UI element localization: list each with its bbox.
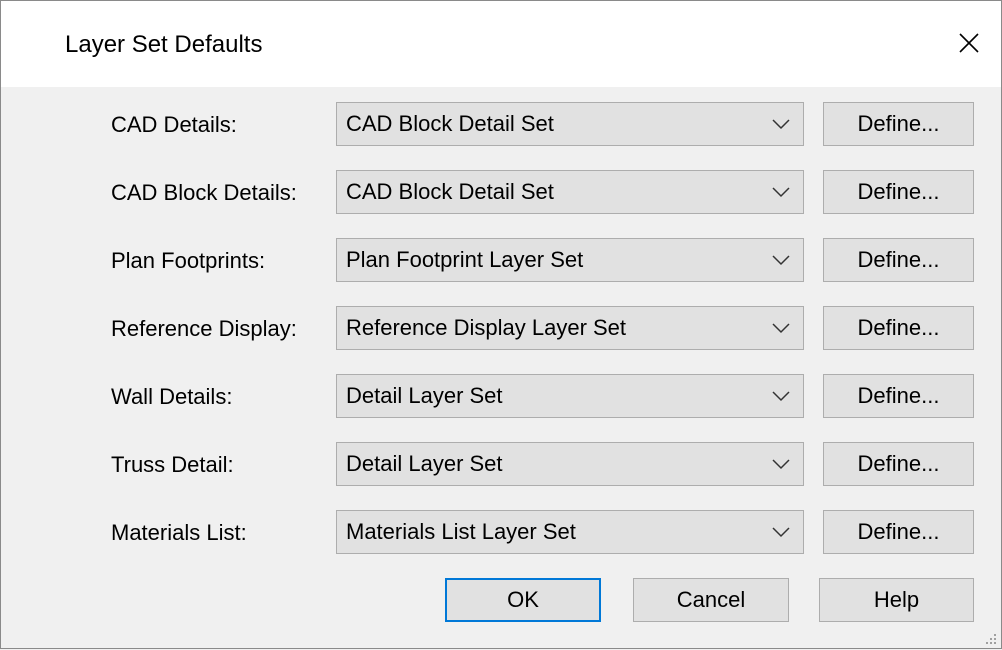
cad-block-details-dropdown[interactable]: CAD Block Detail Set: [336, 170, 804, 214]
chevron-down-icon: [771, 185, 791, 199]
cad-details-label: CAD Details:: [111, 112, 237, 137]
close-icon: [959, 33, 979, 53]
wall-details-define-button[interactable]: Define...: [823, 374, 974, 418]
row-plan-footprints: Plan Footprints: Plan Footprint Layer Se…: [1, 238, 1001, 284]
cad-block-details-value: CAD Block Detail Set: [346, 179, 554, 204]
cad-details-dropdown[interactable]: CAD Block Detail Set: [336, 102, 804, 146]
help-button[interactable]: Help: [819, 578, 974, 622]
cad-details-define-button[interactable]: Define...: [823, 102, 974, 146]
title-bar: Layer Set Defaults: [1, 1, 1001, 87]
plan-footprints-label: Plan Footprints:: [111, 248, 266, 273]
wall-details-dropdown[interactable]: Detail Layer Set: [336, 374, 804, 418]
dialog-title: Layer Set Defaults: [65, 31, 263, 58]
cad-block-details-define-button[interactable]: Define...: [823, 170, 974, 214]
row-cad-details: CAD Details: CAD Block Detail Set Define…: [1, 102, 1001, 148]
chevron-down-icon: [771, 321, 791, 335]
reference-display-define-button[interactable]: Define...: [823, 306, 974, 350]
materials-list-label: Materials List:: [111, 520, 247, 545]
materials-list-define-button[interactable]: Define...: [823, 510, 974, 554]
cad-block-details-label: CAD Block Details:: [111, 180, 297, 205]
cad-details-value: CAD Block Detail Set: [346, 111, 554, 136]
chevron-down-icon: [771, 525, 791, 539]
row-truss-detail: Truss Detail: Detail Layer Set Define...: [1, 442, 1001, 488]
chevron-down-icon: [771, 389, 791, 403]
truss-detail-value: Detail Layer Set: [346, 451, 503, 476]
reference-display-value: Reference Display Layer Set: [346, 315, 627, 340]
reference-display-label: Reference Display:: [111, 316, 297, 341]
wall-details-value: Detail Layer Set: [346, 383, 503, 408]
truss-detail-define-button[interactable]: Define...: [823, 442, 974, 486]
wall-details-label: Wall Details:: [111, 384, 233, 409]
row-cad-block-details: CAD Block Details: CAD Block Detail Set …: [1, 170, 1001, 216]
chevron-down-icon: [771, 457, 791, 471]
row-wall-details: Wall Details: Detail Layer Set Define...: [1, 374, 1001, 420]
truss-detail-label: Truss Detail:: [111, 452, 234, 477]
resize-grip-icon[interactable]: [985, 632, 997, 644]
reference-display-dropdown[interactable]: Reference Display Layer Set: [336, 306, 804, 350]
truss-detail-dropdown[interactable]: Detail Layer Set: [336, 442, 804, 486]
chevron-down-icon: [771, 253, 791, 267]
close-button[interactable]: [947, 21, 991, 65]
layer-set-defaults-dialog: Layer Set Defaults CAD Details: CAD Bloc…: [0, 0, 1002, 649]
row-materials-list: Materials List: Materials List Layer Set…: [1, 510, 1001, 556]
row-reference-display: Reference Display: Reference Display Lay…: [1, 306, 1001, 352]
ok-button[interactable]: OK: [445, 578, 601, 622]
plan-footprints-dropdown[interactable]: Plan Footprint Layer Set: [336, 238, 804, 282]
chevron-down-icon: [771, 117, 791, 131]
materials-list-value: Materials List Layer Set: [346, 519, 576, 544]
dialog-body: CAD Details: CAD Block Detail Set Define…: [1, 87, 1001, 648]
plan-footprints-value: Plan Footprint Layer Set: [346, 247, 584, 272]
materials-list-dropdown[interactable]: Materials List Layer Set: [336, 510, 804, 554]
cancel-button[interactable]: Cancel: [633, 578, 789, 622]
plan-footprints-define-button[interactable]: Define...: [823, 238, 974, 282]
